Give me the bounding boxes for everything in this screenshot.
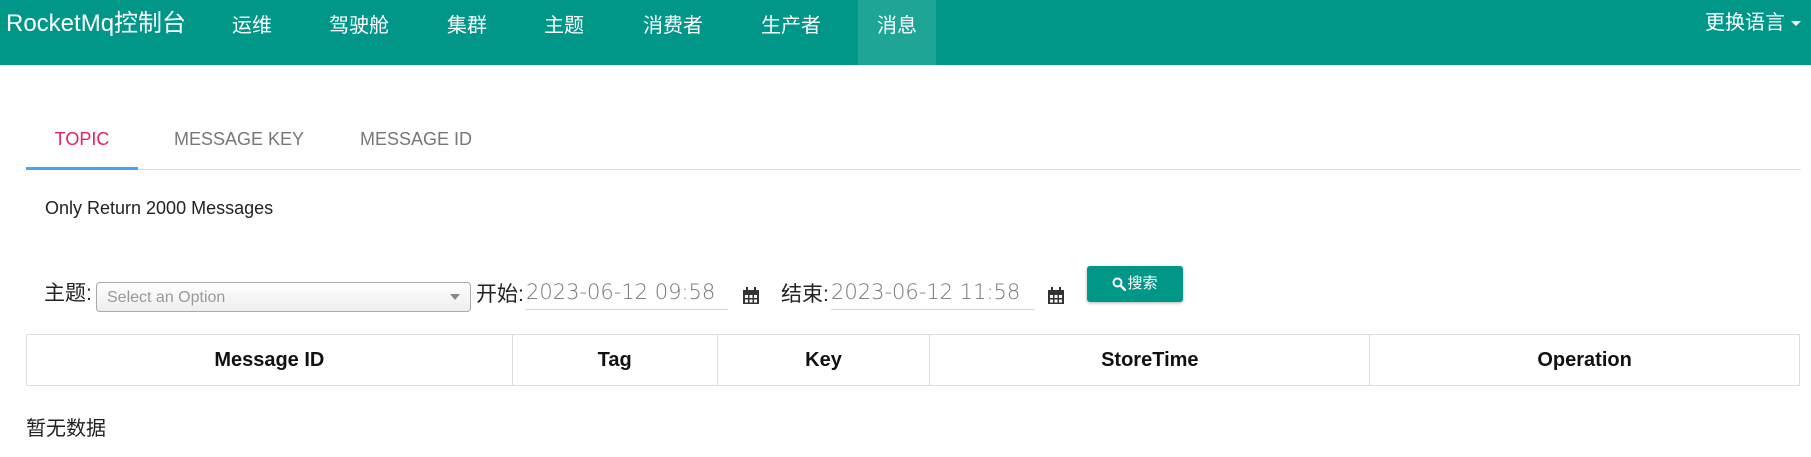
tab-message-id[interactable]: MESSAGE ID <box>346 118 486 170</box>
language-label: 更换语言 <box>1705 12 1785 34</box>
caret-down-icon <box>1791 21 1801 27</box>
search-button[interactable]: 搜索 <box>1087 266 1183 302</box>
topic-label: 主题: <box>44 282 92 305</box>
empty-state-text: 暂无数据 <box>26 418 106 440</box>
nav-item-dashboard[interactable]: 驾驶舱 <box>319 0 399 65</box>
search-button-label: 搜索 <box>1127 275 1158 292</box>
end-time-input[interactable]: 2023-06-12 11:58 <box>831 276 1034 310</box>
table-header-row: Message ID Tag Key StoreTime Operation <box>26 334 1800 386</box>
top-navbar: RocketMq控制台 运维 驾驶舱 集群 主题 消费者 生产者 消息 更换语言 <box>0 0 1811 65</box>
tab-topic[interactable]: TOPIC <box>26 118 138 170</box>
brand-logo[interactable]: RocketMq控制台 <box>6 9 186 39</box>
calendar-icon[interactable] <box>742 287 760 305</box>
tab-message-key[interactable]: MESSAGE KEY <box>164 118 314 170</box>
end-label: 结束: <box>781 283 829 306</box>
language-dropdown[interactable]: 更换语言 <box>1705 8 1801 38</box>
nav-item-ops[interactable]: 运维 <box>222 0 282 65</box>
topic-select[interactable]: Select an Option <box>96 282 471 312</box>
column-header-store-time: StoreTime <box>929 334 1371 386</box>
topic-select-placeholder: Select an Option <box>107 289 226 306</box>
column-header-tag: Tag <box>511 334 718 386</box>
search-icon <box>1112 277 1127 292</box>
start-label: 开始: <box>476 283 524 306</box>
column-header-key: Key <box>716 334 931 386</box>
info-text: Only Return 2000 Messages <box>45 198 274 218</box>
column-header-operation: Operation <box>1369 334 1800 386</box>
nav-item-consumer[interactable]: 消费者 <box>633 0 713 65</box>
column-header-message-id: Message ID <box>26 334 513 386</box>
calendar-icon[interactable] <box>1047 287 1065 305</box>
start-time-input[interactable]: 2023-06-12 09:58 <box>526 276 728 310</box>
dropdown-arrow-icon <box>450 294 460 300</box>
query-tabs: TOPIC MESSAGE KEY MESSAGE ID <box>26 118 1801 170</box>
nav-item-topic[interactable]: 主题 <box>534 0 594 65</box>
nav-item-producer[interactable]: 生产者 <box>751 0 831 65</box>
message-table: Message ID Tag Key StoreTime Operation <box>26 334 1800 386</box>
nav-item-message[interactable]: 消息 <box>858 0 936 65</box>
nav-item-cluster[interactable]: 集群 <box>437 0 497 65</box>
